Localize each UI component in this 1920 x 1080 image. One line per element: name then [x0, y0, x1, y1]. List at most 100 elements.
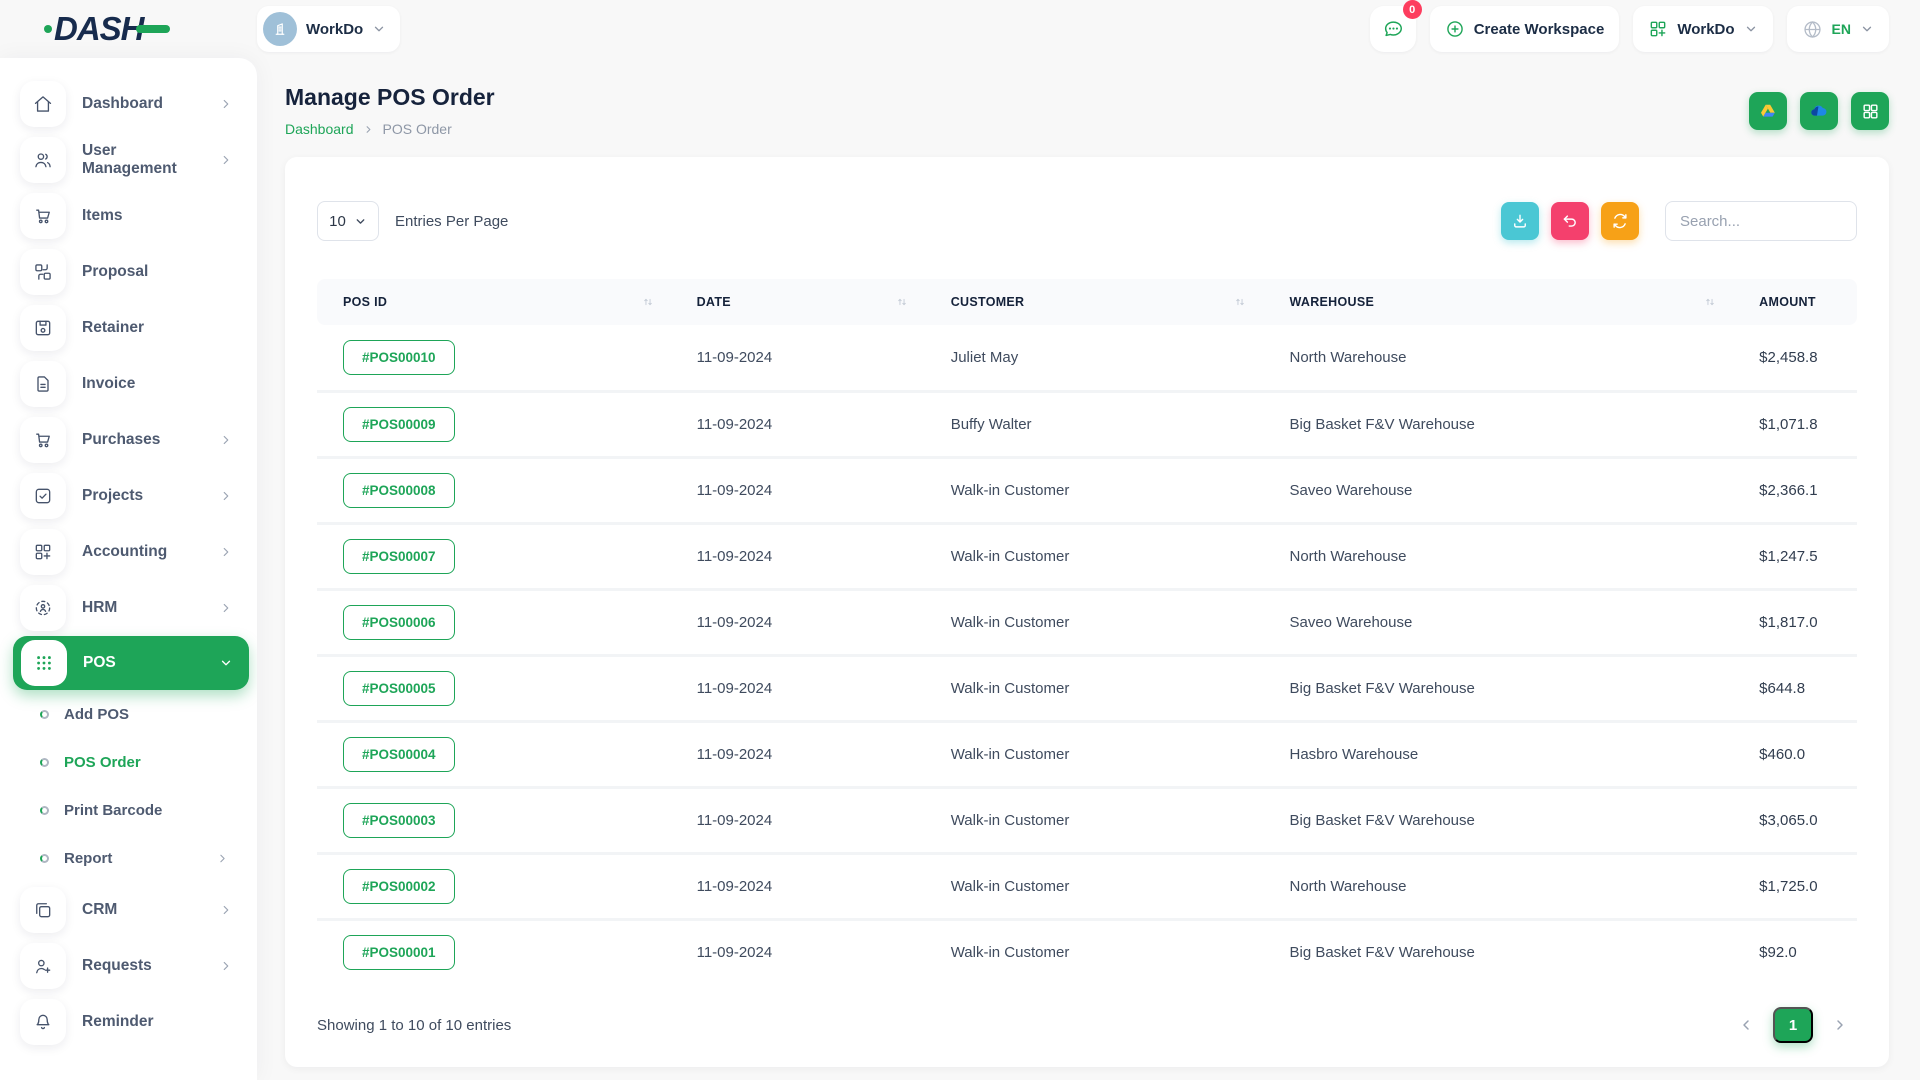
submenu-bullet-icon: [40, 806, 49, 815]
chevron-down-icon: [354, 215, 367, 228]
pagination-page-1[interactable]: 1: [1773, 1007, 1813, 1043]
table-row: #POS00009 11-09-2024 Buffy Walter Big Ba…: [317, 391, 1857, 457]
table-row: #POS00004 11-09-2024 Walk-in Customer Ha…: [317, 721, 1857, 787]
table-row: #POS00010 11-09-2024 Juliet May North Wa…: [317, 325, 1857, 391]
pagination-prev-button[interactable]: [1729, 1008, 1763, 1042]
entries-per-page-select[interactable]: 10: [317, 201, 379, 241]
sidebar-item-pos[interactable]: POS: [13, 636, 249, 690]
sidebar-item-proposal[interactable]: Proposal: [0, 244, 257, 300]
column-header-warehouse[interactable]: WAREHOUSE: [1279, 279, 1749, 325]
submenu-item-add-pos[interactable]: Add POS: [0, 690, 257, 738]
grid-view-button[interactable]: [1851, 92, 1889, 130]
main-content: Manage POS Order Dashboard POS Order: [257, 58, 1920, 1080]
search-input[interactable]: [1665, 201, 1857, 241]
warehouse-cell: Saveo Warehouse: [1279, 589, 1749, 655]
column-header-amount[interactable]: AMOUNT: [1749, 279, 1857, 325]
hrm-icon: [33, 598, 53, 618]
submenu-item-report[interactable]: Report: [0, 834, 257, 882]
pos-id-badge[interactable]: #POS00005: [343, 671, 455, 706]
customer-cell: Buffy Walter: [941, 391, 1280, 457]
chevron-right-icon: [363, 124, 374, 135]
pos-id-badge[interactable]: #POS00008: [343, 473, 455, 508]
sidebar-item-invoice[interactable]: Invoice: [0, 356, 257, 412]
chevron-right-icon: [216, 852, 229, 865]
breadcrumb-current: POS Order: [383, 121, 452, 137]
customer-cell: Walk-in Customer: [941, 853, 1280, 919]
sidebar-item-accounting[interactable]: Accounting: [0, 524, 257, 580]
amount-cell: $92.0: [1749, 919, 1857, 985]
onedrive-button[interactable]: [1800, 92, 1838, 130]
bell-icon: [33, 1012, 53, 1032]
workspace-name: WorkDo: [306, 21, 363, 38]
sidebar-item-projects[interactable]: Projects: [0, 468, 257, 524]
date-cell: 11-09-2024: [687, 457, 941, 523]
amount-cell: $1,817.0: [1749, 589, 1857, 655]
grid-plus-icon: [1648, 19, 1668, 39]
table-row: #POS00001 11-09-2024 Walk-in Customer Bi…: [317, 919, 1857, 985]
export-button[interactable]: [1501, 202, 1539, 240]
sidebar-item-purchases[interactable]: Purchases: [0, 412, 257, 468]
column-header-customer[interactable]: CUSTOMER: [941, 279, 1280, 325]
chevron-right-icon: [219, 97, 233, 111]
chevron-down-icon: [1860, 22, 1874, 36]
create-workspace-button[interactable]: Create Workspace: [1430, 6, 1620, 52]
column-header-pos-id[interactable]: POS ID: [317, 279, 687, 325]
submenu-item-print-barcode[interactable]: Print Barcode: [0, 786, 257, 834]
date-cell: 11-09-2024: [687, 655, 941, 721]
customer-cell: Walk-in Customer: [941, 457, 1280, 523]
warehouse-cell: Big Basket F&V Warehouse: [1279, 919, 1749, 985]
pos-id-badge[interactable]: #POS00003: [343, 803, 455, 838]
pos-id-badge[interactable]: #POS00009: [343, 407, 455, 442]
chevron-right-icon: [219, 545, 233, 559]
customer-cell: Walk-in Customer: [941, 787, 1280, 853]
chevron-down-icon: [372, 22, 386, 36]
pos-id-badge[interactable]: #POS00007: [343, 539, 455, 574]
date-cell: 11-09-2024: [687, 325, 941, 391]
sidebar-item-hrm[interactable]: HRM: [0, 580, 257, 636]
sidebar-item-retainer[interactable]: Retainer: [0, 300, 257, 356]
chevron-right-icon: [219, 903, 233, 917]
amount-cell: $1,247.5: [1749, 523, 1857, 589]
sidebar-item-reminder[interactable]: Reminder: [0, 994, 257, 1050]
pos-id-badge[interactable]: #POS00001: [343, 935, 455, 970]
workdo-apps-menu[interactable]: WorkDo: [1633, 6, 1772, 52]
pagination-next-button[interactable]: [1823, 1008, 1857, 1042]
workspace-switcher[interactable]: WorkDo: [257, 6, 400, 52]
customer-cell: Juliet May: [941, 325, 1280, 391]
pos-id-badge[interactable]: #POS00004: [343, 737, 455, 772]
sort-icon: [641, 295, 655, 309]
chevron-down-icon: [219, 656, 233, 670]
logo-dot-icon: [44, 25, 52, 33]
warehouse-cell: Big Basket F&V Warehouse: [1279, 391, 1749, 457]
breadcrumb-dashboard-link[interactable]: Dashboard: [285, 121, 354, 137]
amount-cell: $2,366.1: [1749, 457, 1857, 523]
refresh-icon: [1611, 212, 1629, 230]
pos-id-badge[interactable]: #POS00002: [343, 869, 455, 904]
pos-id-badge[interactable]: #POS00006: [343, 605, 455, 640]
language-code: EN: [1832, 21, 1851, 37]
cart-icon: [33, 206, 53, 226]
chevron-right-icon: [219, 489, 233, 503]
pos-order-card: 10 Entries Per Page: [285, 157, 1889, 1067]
table-row: #POS00003 11-09-2024 Walk-in Customer Bi…: [317, 787, 1857, 853]
sidebar-item-user-management[interactable]: User Management: [0, 132, 257, 188]
sort-icon: [1703, 295, 1717, 309]
undo-button[interactable]: [1551, 202, 1589, 240]
pos-id-badge[interactable]: #POS00010: [343, 340, 455, 375]
date-cell: 11-09-2024: [687, 721, 941, 787]
sidebar-item-dashboard[interactable]: Dashboard: [0, 76, 257, 132]
sidebar-item-items[interactable]: Items: [0, 188, 257, 244]
refresh-button[interactable]: [1601, 202, 1639, 240]
building-icon: [271, 20, 289, 38]
sidebar-item-crm[interactable]: CRM: [0, 882, 257, 938]
pagination: 1: [1729, 1007, 1857, 1043]
brand-logo[interactable]: DASH: [0, 10, 257, 48]
google-drive-button[interactable]: [1749, 92, 1787, 130]
messages-button[interactable]: 0: [1370, 6, 1416, 52]
submenu-item-pos-order[interactable]: POS Order: [0, 738, 257, 786]
language-selector[interactable]: EN: [1787, 6, 1889, 52]
amount-cell: $1,725.0: [1749, 853, 1857, 919]
column-header-date[interactable]: DATE: [687, 279, 941, 325]
crm-icon: [33, 900, 53, 920]
sidebar-item-requests[interactable]: Requests: [0, 938, 257, 994]
